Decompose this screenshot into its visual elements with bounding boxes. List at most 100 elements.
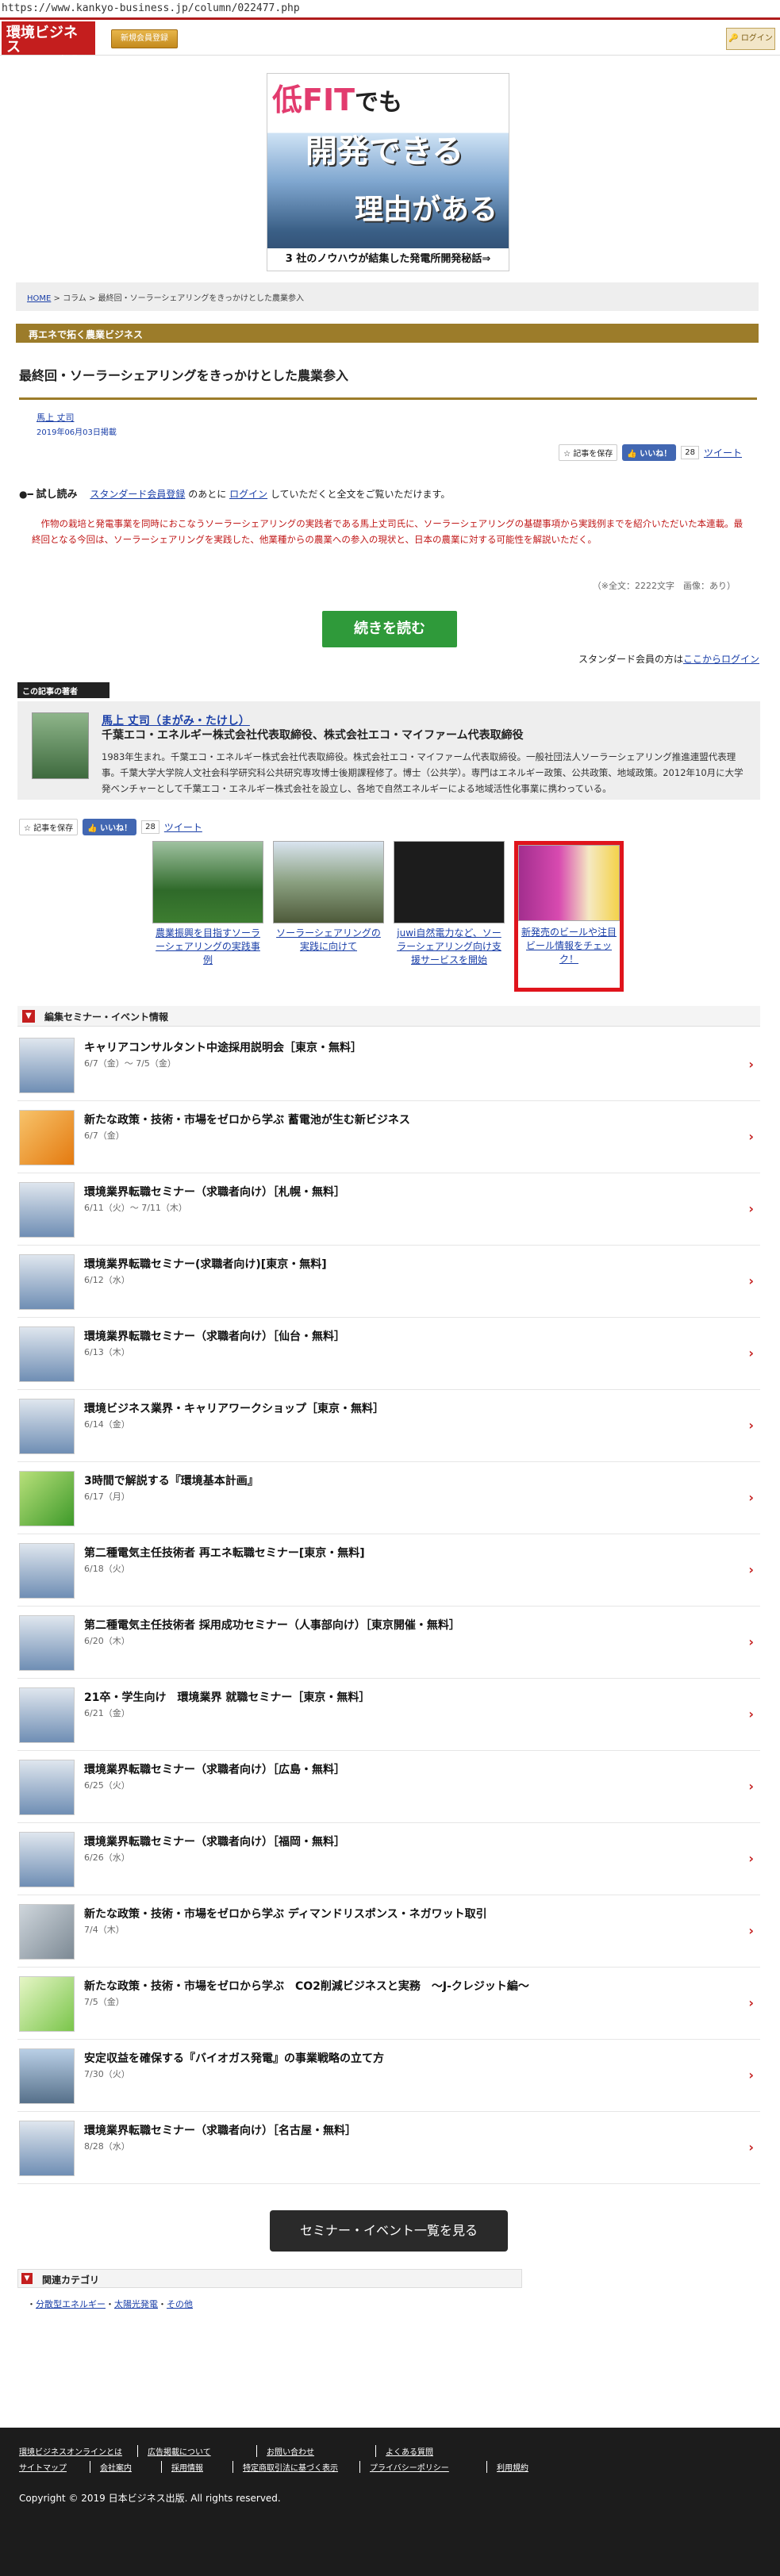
seminar-item[interactable]: 新たな政策・技術・市場をゼロから学ぶ CO2削減ビジネスと実務 ～J-クレジット… (17, 1967, 760, 2040)
chevron-right-icon[interactable]: › (748, 1057, 754, 1072)
sponsored-thumbnail (518, 845, 620, 921)
like-button[interactable]: 👍 いいね！ (83, 819, 137, 835)
seminar-item[interactable]: 環境業界転職セミナー（求職者向け）［広島・無料］ 6/25（火） › (17, 1750, 760, 1823)
seminar-item[interactable]: 環境業界転職セミナー(求職者向け)[東京・無料] 6/12（水） › (17, 1245, 760, 1318)
chevron-right-icon[interactable]: › (748, 2067, 754, 2083)
seminar-item[interactable]: 21卒・学生向け 環境業界 就職セミナー［東京・無料］ 6/21（金） › (17, 1678, 760, 1751)
seminar-title[interactable]: 3時間で解説する『環境基本計画』 (84, 1472, 259, 1488)
chevron-right-icon[interactable]: › (748, 1273, 754, 1288)
standard-register-link[interactable]: スタンダード会員登録 (90, 489, 185, 500)
footer-link[interactable]: 会社案内 (90, 2461, 162, 2473)
category-link[interactable]: その他 (167, 2299, 193, 2309)
footer-link[interactable]: 広告掲載について (138, 2445, 257, 2457)
seminar-item[interactable]: 新たな政策・技術・市場をゼロから学ぶ ディマンドリスポンス・ネガワット取引 7/4… (17, 1895, 760, 1968)
register-button[interactable]: 新規会員登録 (111, 29, 178, 48)
footer-link[interactable]: プライバシーポリシー (360, 2461, 487, 2473)
address-bar[interactable]: https://www.kankyo-business.jp/column/02… (0, 0, 780, 17)
tweet-link[interactable]: ツイート (164, 820, 202, 834)
seminar-title[interactable]: 環境業界転職セミナー（求職者向け）［札幌・無料］ (84, 1184, 345, 1200)
like-button[interactable]: 👍 いいね！ (622, 444, 677, 461)
category-link[interactable]: 分散型エネルギー (36, 2299, 106, 2309)
footer-link[interactable]: 環境ビジネスオンラインとは (19, 2445, 138, 2457)
seminar-title[interactable]: 新たな政策・技術・市場をゼロから学ぶ CO2削減ビジネスと実務 ～J-クレジット… (84, 1978, 529, 1994)
seminar-date: 6/25（火） (84, 1780, 130, 1791)
seminar-date: 6/20（木） (84, 1636, 130, 1646)
breadcrumb-column[interactable]: コラム (63, 294, 86, 303)
site-logo[interactable]: 環境ビジネス オンライン (2, 21, 95, 62)
seminar-thumbnail (19, 1471, 75, 1526)
tweet-link[interactable]: ツイート (704, 446, 742, 459)
sponsored-title[interactable]: 新発売のビールや注目ビール情報をチェック！ (518, 926, 620, 966)
chevron-right-icon[interactable]: › (748, 1129, 754, 1144)
related-title[interactable]: ソーラーシェアリングの実践に向けて (273, 927, 384, 954)
seminar-thumbnail (19, 1760, 75, 1815)
seminar-item[interactable]: 環境業界転職セミナー（求職者向け）［福岡・無料］ 6/26（水） › (17, 1822, 760, 1895)
seminar-date: 6/14（金） (84, 1419, 130, 1430)
author-name[interactable]: 馬上 丈司（まがみ・たけし） (102, 712, 250, 728)
chevron-right-icon[interactable]: › (748, 1490, 754, 1505)
seminar-title[interactable]: 環境業界転職セミナー（求職者向け）［福岡・無料］ (84, 1833, 345, 1849)
author-link[interactable]: 馬上 丈司 (37, 411, 75, 424)
article-title: 最終回・ソーラーシェアリングをきっかけとした農業参入 (19, 365, 757, 400)
seminar-item[interactable]: 環境業界転職セミナー（求職者向け）［仙台・無料］ 6/13（木） › (17, 1317, 760, 1390)
chevron-right-icon[interactable]: › (748, 1634, 754, 1649)
seminar-item[interactable]: 3時間で解説する『環境基本計画』 6/17（月） › (17, 1461, 760, 1534)
chevron-right-icon[interactable]: › (748, 1779, 754, 1794)
chevron-right-icon[interactable]: › (748, 1201, 754, 1216)
seminar-title[interactable]: 21卒・学生向け 環境業界 就職セミナー［東京・無料］ (84, 1689, 370, 1705)
seminar-title[interactable]: 環境業界転職セミナー（求職者向け）［名古屋・無料］ (84, 2122, 356, 2138)
related-title[interactable]: 農業振興を目指すソーラーシェアリングの実践事例 (152, 927, 263, 967)
banner-line3: 理由がある (355, 194, 498, 226)
breadcrumb-home[interactable]: HOME (27, 294, 51, 303)
seminar-title[interactable]: 環境ビジネス業界・キャリアワークショップ［東京・無料］ (84, 1400, 384, 1416)
footer-link[interactable]: 利用規約 (487, 2461, 559, 2473)
trial-login-link[interactable]: ログイン (229, 489, 267, 500)
footer-link[interactable]: 特定商取引法に基づく表示 (233, 2461, 360, 2473)
sponsored-item[interactable]: 新発売のビールや注目ビール情報をチェック！ (514, 841, 624, 992)
seminar-item[interactable]: 環境業界転職セミナー（求職者向け）［札幌・無料］ 6/11（火）～ 7/11（木）… (17, 1173, 760, 1246)
seminar-item[interactable]: 環境業界転職セミナー（求職者向け）［名古屋・無料］ 8/28（水） › (17, 2111, 760, 2184)
seminar-item[interactable]: 第二種電気主任技術者 再エネ転職セミナー[東京・無料] 6/18（火） › (17, 1534, 760, 1607)
related-article[interactable]: ソーラーシェアリングの実践に向けて (273, 841, 384, 954)
seminar-title[interactable]: 第二種電気主任技術者 採用成功セミナー（人事部向け）［東京開催・無料］ (84, 1617, 460, 1633)
chevron-right-icon[interactable]: › (748, 1418, 754, 1433)
related-article[interactable]: juwi自然電力など、ソーラーシェアリング向け支援サービスを開始 (394, 841, 505, 967)
seminar-item[interactable]: キャリアコンサルタント中途採用説明会［東京・無料］ 6/7（金）～ 7/5（金） › (17, 1028, 760, 1101)
chevron-right-icon[interactable]: › (748, 2140, 754, 2155)
seminar-title[interactable]: 環境業界転職セミナー（求職者向け）［広島・無料］ (84, 1761, 345, 1777)
footer-link[interactable]: よくある質問 (376, 2445, 495, 2457)
related-article[interactable]: 農業振興を目指すソーラーシェアリングの実践事例 (152, 841, 263, 967)
chevron-right-icon[interactable]: › (748, 1995, 754, 2010)
seminar-item[interactable]: 新たな政策・技術・市場をゼロから学ぶ 蓄電池が生む新ビジネス 6/7（金） › (17, 1100, 760, 1173)
seminar-item[interactable]: 環境ビジネス業界・キャリアワークショップ［東京・無料］ 6/14（金） › (17, 1389, 760, 1462)
login-button[interactable]: 🔑 ログイン (726, 28, 775, 50)
footer-link[interactable]: 採用情報 (162, 2461, 233, 2473)
ad-banner[interactable]: 低FITでも 開発できる 理由がある 3 社のノウハウが結集した発電所開発秘話⇒ (267, 73, 509, 271)
seminar-title[interactable]: 第二種電気主任技術者 再エネ転職セミナー[東京・無料] (84, 1545, 365, 1561)
seminar-title[interactable]: 環境業界転職セミナー（求職者向け）［仙台・無料］ (84, 1328, 345, 1344)
read-more-button[interactable]: 続きを読む (322, 611, 457, 647)
related-title[interactable]: juwi自然電力など、ソーラーシェアリング向け支援サービスを開始 (394, 927, 505, 967)
copyright: Copyright © 2019 日本ビジネス出版. All rights re… (19, 2493, 281, 2504)
save-article-button[interactable]: ☆ 記事を保存 (19, 819, 79, 835)
seminar-title[interactable]: 新たな政策・技術・市場をゼロから学ぶ ディマンドリスポンス・ネガワット取引 (84, 1906, 487, 1921)
chevron-right-icon[interactable]: › (748, 1562, 754, 1577)
chevron-right-icon[interactable]: › (748, 1923, 754, 1938)
chevron-right-icon[interactable]: › (748, 1706, 754, 1722)
footer-link[interactable]: サイトマップ (19, 2461, 90, 2473)
author-photo (32, 712, 89, 779)
seminar-title[interactable]: 安定収益を確保する『バイオガス発電』の事業戦略の立て方 (84, 2050, 384, 2066)
footer-link[interactable]: お問い合わせ (257, 2445, 376, 2457)
chevron-right-icon[interactable]: › (748, 1851, 754, 1866)
category-link[interactable]: 太陽光発電 (114, 2299, 158, 2309)
save-article-button[interactable]: ☆ 記事を保存 (559, 444, 618, 461)
members-login-link[interactable]: ここからログイン (683, 654, 759, 665)
seminar-item[interactable]: 安定収益を確保する『バイオガス発電』の事業戦略の立て方 7/30（火） › (17, 2039, 760, 2112)
seminar-item[interactable]: 第二種電気主任技術者 採用成功セミナー（人事部向け）［東京開催・無料］ 6/20（… (17, 1606, 760, 1679)
seminar-title[interactable]: 新たな政策・技術・市場をゼロから学ぶ 蓄電池が生む新ビジネス (84, 1111, 410, 1127)
all-seminars-button[interactable]: セミナー・イベント一覧を見る (270, 2210, 508, 2252)
seminar-title[interactable]: キャリアコンサルタント中途採用説明会［東京・無料］ (84, 1039, 362, 1055)
seminar-title[interactable]: 環境業界転職セミナー(求職者向け)[東京・無料] (84, 1256, 327, 1272)
seminar-date: 6/26（水） (84, 1852, 130, 1863)
chevron-right-icon[interactable]: › (748, 1346, 754, 1361)
